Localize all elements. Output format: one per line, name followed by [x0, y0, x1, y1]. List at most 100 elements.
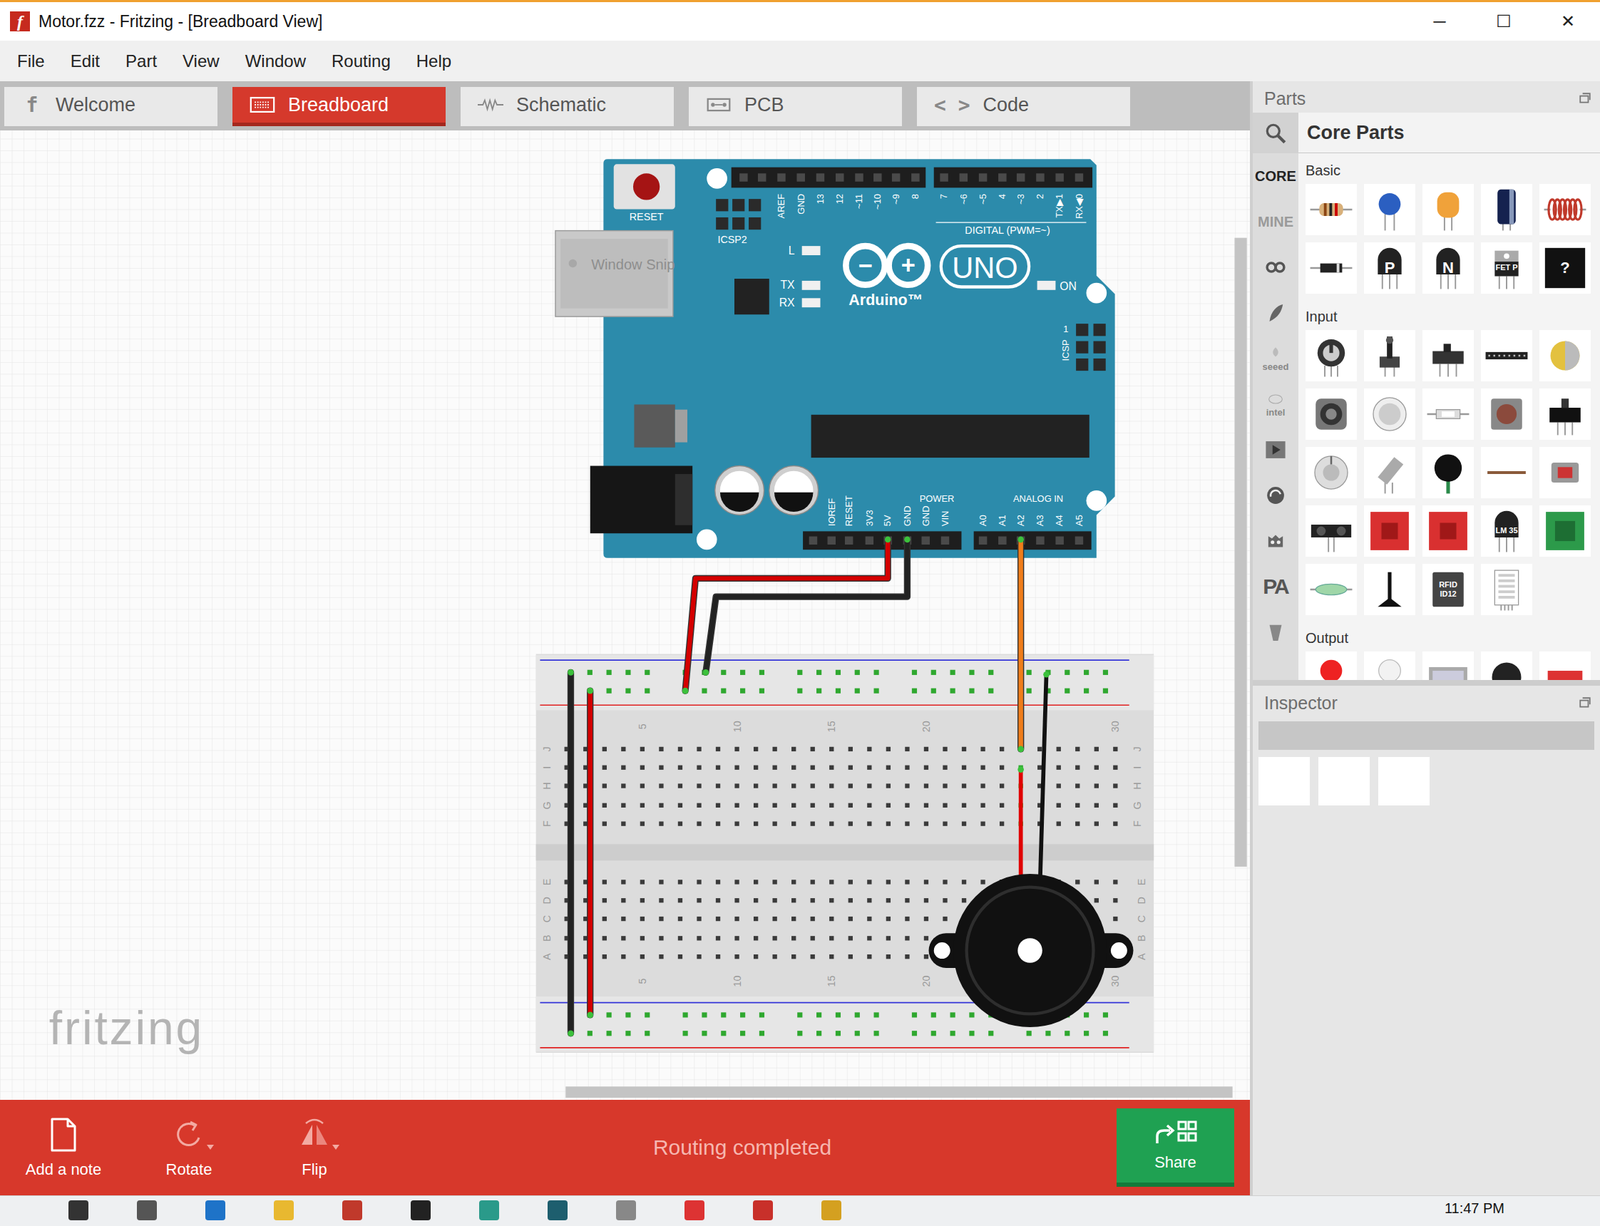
- part-tile[interactable]: ?: [1539, 242, 1591, 294]
- breadboard[interactable]: 551010151520203030JJIIHHGGFFEEDDCCBBAA: [536, 654, 1154, 1054]
- menu-item[interactable]: View: [182, 51, 220, 72]
- part-tile[interactable]: [1305, 183, 1357, 236]
- view-tab[interactable]: Breadboard: [232, 86, 446, 127]
- part-tile[interactable]: [1480, 447, 1533, 499]
- part-tile[interactable]: [1422, 505, 1474, 557]
- part-tile[interactable]: [1305, 447, 1357, 499]
- taskbar-app-icon[interactable]: [342, 1200, 363, 1221]
- part-tile[interactable]: [1422, 183, 1474, 236]
- part-tile[interactable]: [1480, 651, 1533, 681]
- part-tile[interactable]: [1305, 388, 1357, 440]
- digital-pin[interactable]: [939, 173, 948, 182]
- part-tile[interactable]: [1422, 388, 1474, 440]
- note-button[interactable]: Add a note: [9, 1116, 117, 1180]
- part-tile[interactable]: [1539, 505, 1591, 557]
- bin-tab[interactable]: [1252, 427, 1299, 473]
- taskbar-app-icon[interactable]: [479, 1200, 500, 1221]
- part-tile[interactable]: FET P: [1480, 242, 1533, 294]
- digital-pin[interactable]: [1036, 173, 1044, 182]
- bin-tab[interactable]: [1252, 518, 1299, 564]
- part-tile[interactable]: [1539, 447, 1591, 499]
- part-tile[interactable]: [1305, 563, 1357, 616]
- menu-item[interactable]: Help: [416, 51, 452, 72]
- part-tile[interactable]: [1422, 330, 1474, 382]
- bin-tab[interactable]: [1252, 472, 1299, 519]
- window-control[interactable]: ✕: [1535, 11, 1600, 32]
- wire[interactable]: [567, 669, 574, 1037]
- taskbar-app-icon[interactable]: [684, 1200, 705, 1221]
- taskbar-app-icon[interactable]: [410, 1200, 431, 1221]
- digital-pin[interactable]: [1055, 173, 1064, 182]
- piezo-buzzer[interactable]: [929, 671, 1134, 1028]
- part-tile[interactable]: [1305, 505, 1357, 557]
- window-control[interactable]: ─: [1407, 11, 1472, 32]
- bin-tab[interactable]: CORE: [1252, 153, 1299, 199]
- part-tile[interactable]: [1363, 651, 1416, 681]
- digital-pin[interactable]: [978, 173, 987, 182]
- menu-item[interactable]: Part: [125, 51, 157, 72]
- wire[interactable]: [586, 688, 594, 1019]
- taskbar-app-icon[interactable]: [136, 1200, 157, 1221]
- power-pin[interactable]: [941, 536, 950, 545]
- taskbar-app-icon[interactable]: [547, 1200, 568, 1221]
- window-control[interactable]: ☐: [1471, 11, 1536, 32]
- bin-tab[interactable]: intel: [1252, 381, 1299, 428]
- digital-pin[interactable]: [998, 173, 1007, 182]
- part-tile[interactable]: P: [1363, 242, 1416, 294]
- bin-tab[interactable]: [1252, 290, 1299, 336]
- bin-tab[interactable]: PA: [1252, 563, 1299, 610]
- digital-pin[interactable]: [777, 173, 786, 182]
- part-tile[interactable]: [1363, 388, 1416, 440]
- view-tab[interactable]: Schematic: [460, 86, 674, 127]
- digital-pin[interactable]: [797, 173, 805, 182]
- taskbar-app-icon[interactable]: [273, 1200, 294, 1221]
- digital-pin[interactable]: [873, 173, 882, 182]
- digital-pin[interactable]: [835, 173, 844, 182]
- reset-button[interactable]: [613, 163, 676, 209]
- bin-tab[interactable]: MINE: [1252, 198, 1299, 245]
- bin-tab[interactable]: seeed: [1252, 335, 1299, 382]
- view-tab[interactable]: < >Code: [916, 86, 1131, 127]
- taskbar-app-icon[interactable]: [68, 1200, 89, 1221]
- part-tile[interactable]: [1305, 242, 1357, 294]
- menu-item[interactable]: Window: [245, 51, 306, 72]
- analog-pin[interactable]: [1075, 536, 1084, 545]
- analog-pin[interactable]: [998, 536, 1007, 545]
- analog-pin[interactable]: [1036, 536, 1044, 545]
- analog-pin[interactable]: [978, 536, 987, 545]
- analog-pin[interactable]: [1055, 536, 1064, 545]
- part-tile[interactable]: [1422, 651, 1474, 681]
- taskbar-app-icon[interactable]: [821, 1200, 842, 1221]
- part-tile[interactable]: [1539, 183, 1591, 236]
- part-tile[interactable]: [1363, 183, 1416, 236]
- part-tile[interactable]: [1539, 330, 1591, 382]
- breadboard-view[interactable]: fritzing551010151520203030JJIIHHGGFFEEDD…: [0, 130, 1250, 1101]
- digital-pin[interactable]: [1016, 173, 1025, 182]
- taskbar-app-icon[interactable]: [752, 1200, 773, 1221]
- digital-pin[interactable]: [911, 173, 920, 182]
- part-tile[interactable]: [1480, 330, 1533, 382]
- wire[interactable]: [1017, 536, 1024, 753]
- bin-tab[interactable]: [1252, 244, 1299, 291]
- part-tile[interactable]: [1480, 388, 1533, 440]
- menu-item[interactable]: File: [17, 51, 45, 72]
- vertical-scrollbar[interactable]: [1234, 238, 1247, 868]
- taskbar-app-icon[interactable]: [205, 1200, 226, 1221]
- taskbar-clock[interactable]: 11:47 PM: [1444, 1200, 1505, 1218]
- part-tile[interactable]: [1480, 563, 1533, 616]
- menu-item[interactable]: Routing: [331, 51, 391, 72]
- canvas[interactable]: fritzing551010151520203030JJIIHHGGFFEEDD…: [0, 130, 1250, 1101]
- part-tile[interactable]: [1363, 563, 1416, 616]
- digital-pin[interactable]: [1075, 173, 1084, 182]
- part-tile[interactable]: [1539, 651, 1591, 681]
- view-tab[interactable]: PCB: [688, 86, 902, 127]
- part-tile[interactable]: [1305, 651, 1357, 681]
- part-tile[interactable]: [1363, 330, 1416, 382]
- search-button[interactable]: [1252, 112, 1299, 154]
- power-pin[interactable]: [844, 536, 853, 545]
- power-pin[interactable]: [865, 536, 874, 545]
- part-tile[interactable]: [1363, 505, 1416, 557]
- power-pin[interactable]: [921, 536, 930, 545]
- view-tab[interactable]: fWelcome: [4, 86, 218, 127]
- wire[interactable]: [703, 536, 911, 676]
